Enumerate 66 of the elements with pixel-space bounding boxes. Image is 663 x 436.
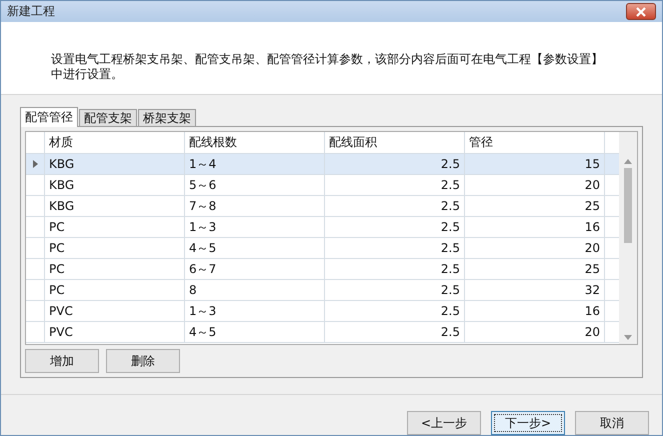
column-header[interactable]: 管径 [465,132,605,154]
table-row[interactable]: KBG 1～4 2.5 15 [26,154,619,176]
table-row[interactable]: PC 4～5 2.5 20 [26,238,619,260]
scroll-down-icon[interactable] [624,335,632,340]
tab[interactable]: 配管管径 [20,107,78,128]
table-cell: 25 [465,259,605,280]
table-row[interactable]: KBG 5～6 2.5 20 [26,175,619,196]
table-cell: PVC [45,301,185,322]
table-cell: 2.5 [325,301,465,322]
tab[interactable]: 配管支架 [79,109,137,126]
table-cell: 7～8 [185,196,325,216]
table-cell: 2.5 [325,238,465,258]
table-cell: PC [45,280,185,300]
table-cell: 2.5 [325,175,465,196]
table-cell: PC [45,238,185,258]
table-cell: 15 [465,154,605,174]
table-cell: 2.5 [325,259,465,280]
table-cell: PC [45,217,185,238]
column-header[interactable]: 配线根数 [185,132,325,154]
table-cell: PVC [45,322,185,342]
footer-button[interactable]: 取消 [575,411,649,435]
column-header[interactable]: 配线面积 [325,132,465,154]
table-cell: 20 [465,175,605,196]
scrollbar-thumb[interactable] [624,168,632,244]
table-cell: 5～6 [185,175,325,196]
table-row[interactable]: KBG 7～8 2.5 25 [26,196,619,218]
table-cell: 25 [465,196,605,216]
table-cell: 1～3 [185,217,325,238]
column-header[interactable]: 材质 [45,132,185,154]
scroll-up-icon[interactable] [624,159,632,164]
table-cell: 16 [465,217,605,238]
table-cell: 4～5 [185,322,325,342]
table-cell: 16 [465,301,605,322]
table-row[interactable]: PC 6～7 2.5 25 [26,259,619,280]
grid-button[interactable]: 增加 [25,349,99,374]
row-pointer-icon [32,160,38,168]
grid-button[interactable]: 删除 [106,349,180,374]
table-cell: 20 [465,322,605,342]
table-cell: 6～7 [185,259,325,280]
table-cell: 2.5 [325,196,465,216]
table-cell: 2.5 [325,217,465,238]
table-row[interactable]: PC 8 2.5 32 [26,280,619,302]
table-row[interactable]: PVC 4～5 2.5 20 [26,322,619,344]
table-cell: 32 [465,280,605,300]
table-cell: KBG [45,154,185,174]
close-icon [634,6,648,17]
table-cell: 8 [185,280,325,300]
table-cell: KBG [45,175,185,196]
table-cell: PC [45,259,185,280]
footer-button[interactable]: 下一步> [491,411,565,435]
table-cell: 1～3 [185,301,325,322]
table-cell: 4～5 [185,238,325,258]
table-row[interactable]: PC 1～3 2.5 16 [26,217,619,238]
tab[interactable]: 桥架支架 [138,109,196,126]
window-title: 新建工程 [7,3,55,20]
table-cell: 2.5 [325,154,465,174]
scrollbar[interactable] [619,132,637,344]
table-row[interactable]: PVC 1～3 2.5 16 [26,301,619,322]
table-cell: 2.5 [325,280,465,300]
description-text: 设置电气工程桥架支吊架、配管支吊架、配管管径计算参数，该部分内容后面可在电气工程【参数设置】中进行设置。 [51,52,604,82]
table-cell: 2.5 [325,322,465,342]
table-cell: 20 [465,238,605,258]
table-cell: KBG [45,196,185,216]
close-button[interactable] [626,3,656,20]
footer-button[interactable]: <上一步 [407,411,481,435]
table-cell: 1～4 [185,154,325,174]
